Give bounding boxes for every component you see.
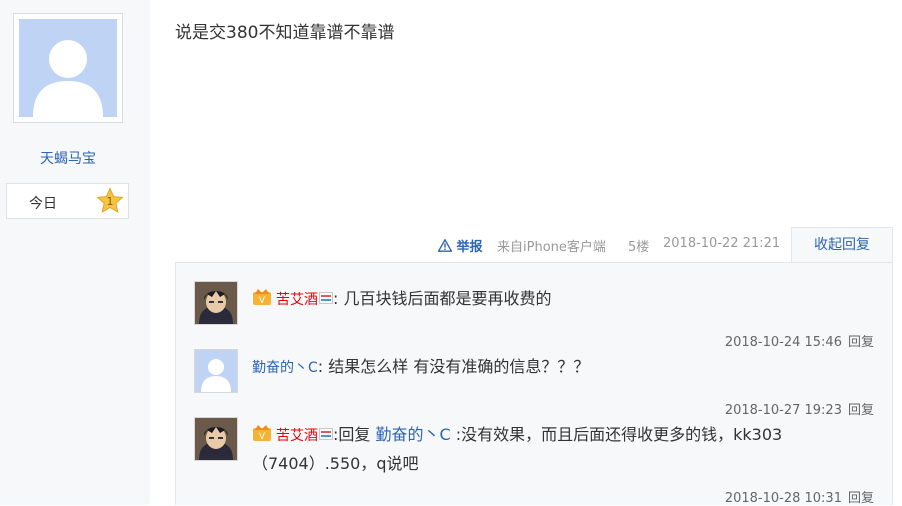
reply-text: V 苦艾酒 :回复 勤奋的丶C :没有效果，而且后面还得收更多的钱，kk303（… [252,421,872,478]
reply-content: 结果怎么样 有没有准确的信息？？？ [323,357,590,376]
post-time: 2018-10-22 21:21 [663,236,781,251]
level-number: 1 [107,195,114,208]
report-label: 举报 [456,240,483,255]
reply-username[interactable]: 苦艾酒 [276,292,318,308]
warning-icon [437,238,453,252]
reply-time: 2018-10-24 15:46 [724,335,842,350]
reply-avatar[interactable] [194,349,238,393]
svg-text:V: V [259,432,266,442]
post-content: 说是交380不知道靠谱不靠谱 [175,23,395,43]
reply-item: 勤奋的丶C: 结果怎么样 有没有准确的信息？？？ 2018-10-27 19:2… [194,349,884,418]
reply-item: V 苦艾酒 : 几百块钱后面都是要再收费的 2018-10-24 15:46 回复 [194,281,884,350]
reply-time: 2018-10-28 10:31 [724,491,842,506]
level-star-icon: 1 [96,187,124,214]
reply-meta: 2018-10-27 19:23 回复 [725,399,874,418]
reply-item: V 苦艾酒 :回复 勤奋的丶C :没有效果，而且后面还得收更多的钱，kk303（… [194,417,884,506]
reply-mention-link[interactable]: 勤奋的丶C [375,425,450,444]
author-sidebar: 天蝎马宝 今日 1 [0,0,150,505]
vip-crown-icon: V [253,289,271,306]
today-label: 今日 [29,196,57,212]
reply-panel: V 苦艾酒 : 几百块钱后面都是要再收费的 2018-10-24 15:46 回复… [175,262,893,506]
member-badge-icon [319,292,333,304]
reply-avatar[interactable] [194,417,238,461]
reply-meta: 2018-10-24 15:46 回复 [725,331,874,350]
report-button[interactable]: 举报 [437,236,483,256]
author-name[interactable]: 天蝎马宝 [0,148,136,168]
reply-text: 勤奋的丶C: 结果怎么样 有没有准确的信息？？？ [252,353,872,382]
reply-button[interactable]: 回复 [848,403,874,418]
reply-time: 2018-10-27 19:23 [724,403,842,418]
fold-replies-button[interactable]: 收起回复 [791,227,893,263]
reply-button[interactable]: 回复 [848,335,874,350]
default-avatar-icon [19,19,117,117]
reply-button[interactable]: 回复 [848,491,874,506]
anime-avatar-icon [195,418,237,460]
reply-text: V 苦艾酒 : 几百块钱后面都是要再收费的 [252,285,872,314]
reply-username[interactable]: 勤奋的丶C [252,360,318,376]
default-avatar-icon [195,350,237,392]
anime-avatar-icon [195,282,237,324]
reply-username[interactable]: 苦艾酒 [276,428,318,444]
reply-avatar[interactable] [194,281,238,325]
today-sign-box: 今日 1 [6,183,129,219]
member-badge-icon [319,428,333,440]
author-avatar[interactable] [13,13,123,123]
vip-crown-icon: V [253,425,271,442]
reply-prefix: 回复 [338,425,376,444]
reply-meta: 2018-10-28 10:31 回复 [725,487,874,506]
reply-content: 几百块钱后面都是要再收费的 [338,289,552,308]
svg-text:V: V [259,296,266,306]
post-floor: 5楼 [628,240,650,255]
post-client: 来自iPhone客户端 [497,240,606,255]
